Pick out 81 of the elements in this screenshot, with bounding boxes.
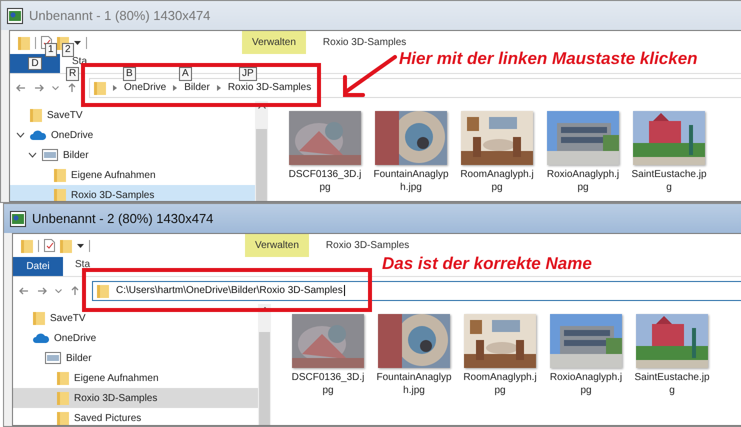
window-title: Unbenannt - 2 (80%) 1430x474 bbox=[32, 211, 214, 226]
chevron-icon bbox=[173, 84, 178, 90]
cloud-icon bbox=[30, 130, 46, 140]
breadcrumb-item[interactable]: OneDrive bbox=[124, 82, 166, 93]
image-icon bbox=[10, 210, 26, 226]
file-name[interactable]: RoomAnaglyph.jpg bbox=[462, 371, 538, 397]
caret-icon[interactable] bbox=[77, 244, 84, 248]
key-tip: D bbox=[28, 57, 42, 70]
window-caption: Roxio 3D-Samples bbox=[322, 37, 406, 48]
chevron-icon[interactable] bbox=[28, 152, 37, 158]
address-bar[interactable]: C:\Users\hartm\OneDrive\Bilder\Roxio 3D-Samples bbox=[92, 280, 741, 300]
tree-item[interactable]: SaveTV bbox=[10, 105, 255, 125]
key-tip: B bbox=[123, 67, 136, 81]
file-name[interactable]: SaintEustache.jpg bbox=[634, 371, 710, 397]
up-icon[interactable] bbox=[67, 82, 77, 92]
folder-icon bbox=[30, 108, 42, 122]
folder-icon bbox=[21, 238, 33, 252]
file-name[interactable]: DSCF0136_3D.jpg bbox=[290, 371, 366, 397]
key-tip: 2 bbox=[62, 43, 74, 57]
ribbon-tab[interactable]: Verwalten bbox=[245, 234, 309, 257]
forward-icon[interactable] bbox=[37, 286, 47, 296]
caret-icon[interactable] bbox=[74, 40, 81, 44]
tree-item[interactable]: Bilder bbox=[10, 145, 255, 165]
file-name[interactable]: FountainAnaglyph.jpg bbox=[376, 371, 452, 397]
key-tip: A bbox=[179, 67, 192, 81]
chevron-icon bbox=[113, 84, 117, 90]
scrollbar[interactable] bbox=[255, 101, 268, 201]
file-name[interactable]: RoxioAnaglyph.jpg bbox=[545, 168, 621, 194]
window-title: Unbenannt - 1 (80%) 1430x474 bbox=[29, 8, 210, 23]
folder-icon bbox=[60, 238, 72, 252]
file-tab[interactable]: D bbox=[10, 54, 60, 73]
folder-icon bbox=[54, 168, 66, 182]
window-caption: Roxio 3D-Samples bbox=[326, 240, 410, 251]
folder-icon bbox=[54, 188, 66, 201]
folder-icon bbox=[57, 371, 69, 385]
tree-item[interactable]: OneDrive bbox=[13, 328, 258, 348]
file-name[interactable]: FountainAnaglyph.jpg bbox=[373, 168, 449, 194]
tree-item[interactable]: SaveTV bbox=[13, 308, 258, 328]
key-tip: 1 bbox=[45, 43, 57, 57]
file-tab[interactable]: Datei bbox=[13, 257, 63, 276]
folder-icon bbox=[57, 391, 69, 405]
tree-item[interactable]: Roxio 3D-Samples bbox=[10, 185, 255, 201]
properties-icon[interactable] bbox=[44, 239, 55, 252]
tree-item[interactable]: OneDrive bbox=[10, 125, 255, 145]
tree-item[interactable]: Eigene Aufnahmen bbox=[13, 368, 258, 388]
annotation-text: Hier mit der linken Maustaste klicken bbox=[399, 49, 698, 69]
address-bar[interactable]: OneDrive Bilder Roxio 3D-Samples bbox=[89, 78, 741, 98]
file-name[interactable]: SaintEustache.jpg bbox=[631, 168, 707, 194]
folder-icon bbox=[18, 36, 30, 50]
tree-item[interactable]: Roxio 3D-Samples bbox=[13, 388, 258, 408]
address-text: C:\Users\hartm\OneDrive\Bilder\Roxio 3D-Samples bbox=[116, 285, 345, 296]
annotation-arrow bbox=[341, 55, 397, 99]
file-name[interactable]: RoomAnaglyph.jpg bbox=[459, 168, 535, 194]
chevron-icon[interactable] bbox=[16, 132, 25, 138]
forward-icon[interactable] bbox=[34, 82, 44, 92]
annotation-text: Das ist der korrekte Name bbox=[382, 254, 592, 274]
file-name[interactable]: RoxioAnaglyph.jpg bbox=[548, 371, 624, 397]
folder-icon bbox=[94, 80, 106, 94]
key-tip: R bbox=[66, 67, 80, 81]
ribbon-tab[interactable]: Sta bbox=[63, 257, 90, 271]
cloud-icon bbox=[33, 333, 49, 343]
ribbon-tab[interactable]: Verwalten bbox=[242, 31, 306, 54]
tree-item[interactable]: Bilder bbox=[13, 348, 258, 368]
scrollbar[interactable] bbox=[258, 304, 271, 425]
back-icon[interactable] bbox=[19, 286, 29, 296]
file-name[interactable]: DSCF0136_3D.jpg bbox=[287, 168, 363, 194]
chevron-icon bbox=[216, 84, 221, 90]
folder-icon bbox=[97, 284, 109, 298]
scroll-up-icon[interactable] bbox=[258, 104, 266, 109]
breadcrumb-item[interactable]: Bilder bbox=[184, 82, 210, 93]
tree-item[interactable]: Saved Pictures bbox=[13, 408, 258, 425]
back-icon[interactable] bbox=[16, 82, 26, 92]
up-icon[interactable] bbox=[70, 286, 80, 296]
tree-item[interactable]: Eigene Aufnahmen bbox=[10, 165, 255, 185]
folder-icon bbox=[33, 311, 45, 325]
pictures-icon bbox=[42, 149, 58, 161]
breadcrumb-item[interactable]: Roxio 3D-Samples bbox=[228, 82, 312, 93]
key-tip: JP bbox=[239, 67, 257, 81]
image-icon bbox=[7, 8, 23, 24]
folder-icon bbox=[57, 411, 69, 425]
pictures-icon bbox=[45, 352, 61, 364]
